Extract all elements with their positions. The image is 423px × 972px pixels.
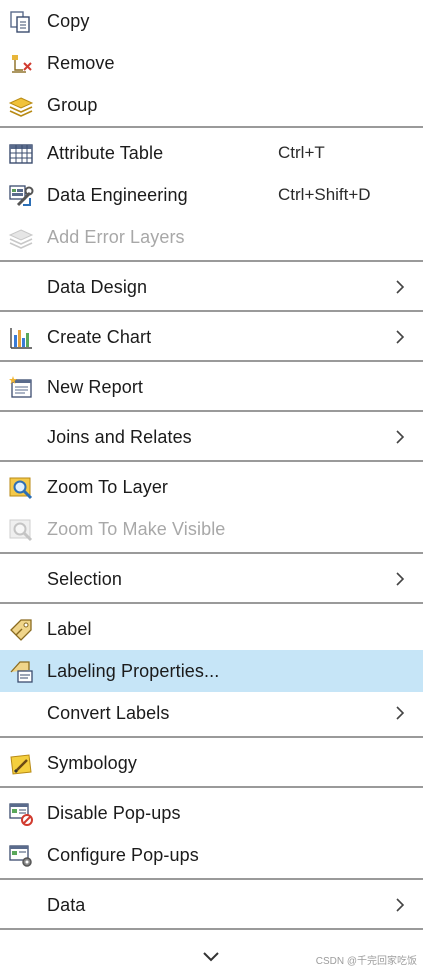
chevron-right-icon [392,279,408,295]
menu-separator [0,928,423,930]
menu-separator [0,552,423,554]
menu-item-label: Data [47,894,86,915]
labeling-properties-icon [8,659,34,685]
menu-item-data-design[interactable]: Data Design [0,266,423,308]
watermark: CSDN @千完回家吃饭 [315,956,417,967]
menu-separator [0,126,423,128]
copy-icon [8,9,34,35]
menu-item-label[interactable]: Label [0,608,423,650]
menu-item-disable-popups[interactable]: Disable Pop-ups [0,792,423,834]
symbology-icon [8,751,34,777]
chevron-right-icon [392,329,408,345]
menu-item-convert-labels[interactable]: Convert Labels [0,692,423,734]
attribute-table-icon [8,141,34,167]
shortcut-text: Ctrl+T [278,143,325,162]
chevron-right-icon [392,429,408,445]
menu-item-label: Label [47,618,92,639]
menu-item-label: Configure Pop-ups [47,844,199,865]
menu-separator [0,878,423,880]
disable-popups-icon [8,801,34,827]
menu-separator [0,260,423,262]
menu-item-create-chart[interactable]: Create Chart [0,316,423,358]
menu-item-label: Group [47,94,98,115]
chevron-down-icon[interactable] [201,950,221,964]
menu-separator [0,786,423,788]
chevron-right-icon [392,571,408,587]
menu-item-zoom-to-layer[interactable]: Zoom To Layer [0,466,423,508]
menu-item-label: Joins and Relates [47,426,192,447]
chevron-right-icon [392,705,408,721]
menu-item-data[interactable]: Data [0,884,423,926]
shortcut-text: Ctrl+Shift+D [278,185,371,204]
menu-separator [0,360,423,362]
group-layers-icon [8,93,34,119]
menu-item-label: Symbology [47,752,137,773]
error-layers-icon [8,225,34,251]
menu-item-label: Zoom To Layer [47,476,169,497]
menu-item-label: New Report [47,376,144,397]
menu-item-label: Remove [47,52,115,73]
menu-item-label: Convert Labels [47,702,170,723]
menu-item-label: Selection [47,568,122,589]
menu-item-selection[interactable]: Selection [0,558,423,600]
menu-item-label: Copy [47,10,90,31]
menu-separator [0,736,423,738]
menu-separator [0,460,423,462]
menu-separator [0,410,423,412]
menu-item-data-engineering[interactable]: Data Engineering Ctrl+Shift+D [0,174,423,216]
configure-popups-icon [8,843,34,869]
menu-item-joins-and-relates[interactable]: Joins and Relates [0,416,423,458]
menu-item-label: Attribute Table [47,142,164,163]
chevron-right-icon [392,897,408,913]
menu-separator [0,602,423,604]
menu-item-label: Data Engineering [47,184,188,205]
menu-item-zoom-to-make-visible: Zoom To Make Visible [0,508,423,550]
menu-item-add-error-layers: Add Error Layers [0,216,423,258]
menu-item-group[interactable]: Group [0,84,423,126]
menu-item-copy[interactable]: Copy [0,0,423,42]
menu-item-label: Create Chart [47,326,152,347]
menu-item-symbology[interactable]: Symbology [0,742,423,784]
menu-item-label: Labeling Properties... [47,660,220,681]
data-engineering-icon [8,183,34,209]
report-icon [8,375,34,401]
remove-layer-icon [8,51,34,77]
chart-icon [8,325,34,351]
menu-item-label: Add Error Layers [47,226,185,247]
label-icon [8,617,34,643]
menu-item-label: Data Design [47,276,148,297]
zoom-layer-icon [8,475,34,501]
menu-item-attribute-table[interactable]: Attribute Table Ctrl+T [0,132,423,174]
menu-separator [0,310,423,312]
menu-item-remove[interactable]: Remove [0,42,423,84]
menu-item-labeling-properties[interactable]: Labeling Properties... [0,650,423,692]
menu-item-configure-popups[interactable]: Configure Pop-ups [0,834,423,876]
menu-item-label: Zoom To Make Visible [47,518,226,539]
zoom-visible-icon [8,517,34,543]
menu-item-new-report[interactable]: New Report [0,366,423,408]
menu-item-label: Disable Pop-ups [47,802,181,823]
